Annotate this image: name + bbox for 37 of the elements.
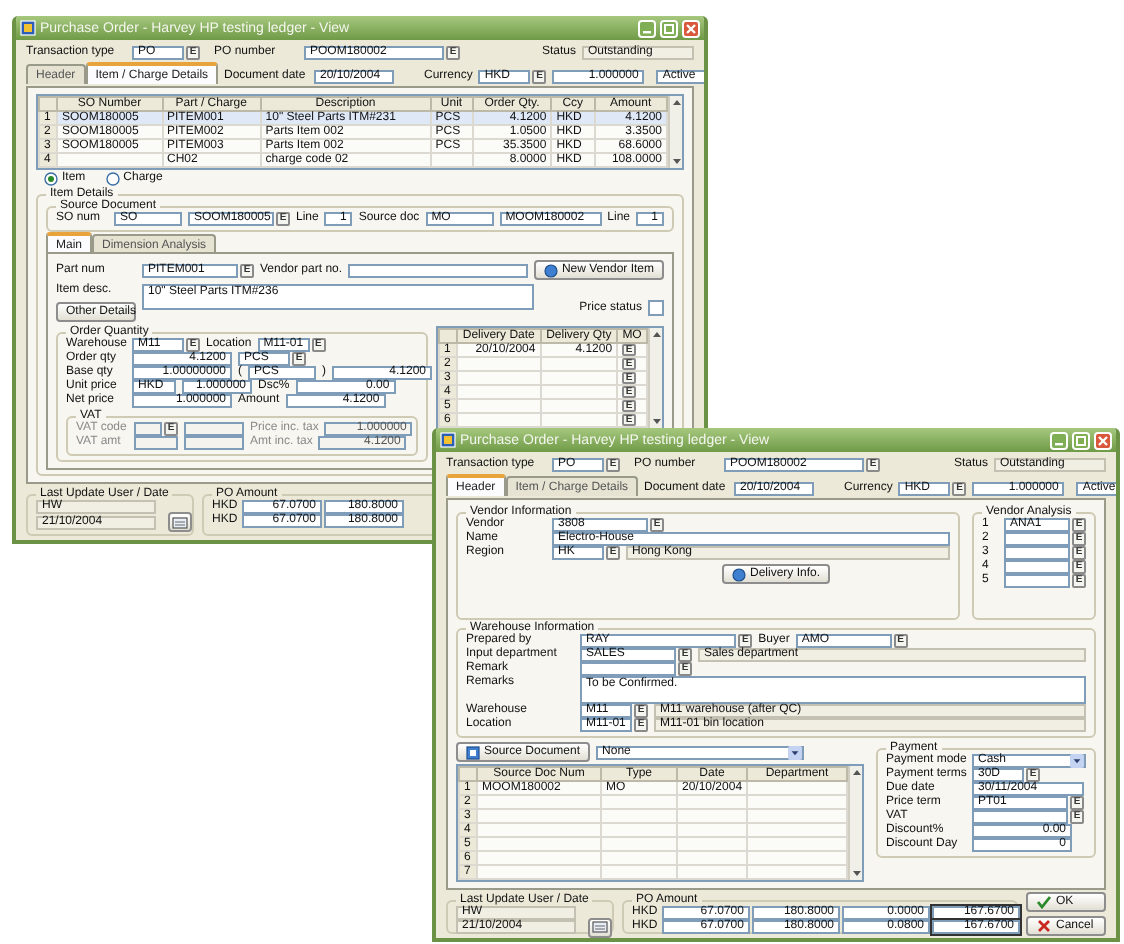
maximize-icon [662,21,676,35]
document-icon [466,745,480,759]
maximize-icon [1074,433,1088,447]
circle-icon [543,263,558,277]
circle-icon [731,567,746,581]
close-icon [684,21,698,35]
text-field[interactable] [1004,546,1070,560]
text-field[interactable] [348,263,528,277]
scroll-down-icon [670,156,684,168]
calendar-button[interactable] [588,917,612,937]
app-icon [440,432,456,448]
scroll-up-icon [850,766,864,778]
minimize-button[interactable] [1050,431,1068,449]
scroll-down-icon [850,868,864,880]
text-field[interactable] [1004,560,1070,574]
scroll-up-icon [650,328,664,340]
close-button[interactable] [682,19,700,37]
scrollbar[interactable] [848,766,862,880]
scrollbar[interactable] [648,328,662,428]
app-icon [20,20,36,36]
checkbox[interactable] [648,300,664,316]
maximize-button[interactable] [660,19,678,37]
text-field[interactable] [972,810,1068,824]
minimize-button[interactable] [638,19,656,37]
scrollbar[interactable] [668,96,682,168]
text-field[interactable] [580,662,676,676]
check-icon [1036,894,1052,910]
caret-icon [788,745,803,759]
maximize-button[interactable] [1072,431,1090,449]
calendar-button[interactable] [168,512,192,532]
close-button[interactable] [1094,431,1112,449]
scroll-up-icon [670,96,684,108]
text-field[interactable] [1004,574,1070,588]
cross-icon [1036,918,1052,934]
close-icon [1096,433,1110,447]
caret-icon [1070,754,1084,768]
text-field[interactable] [1004,532,1070,546]
